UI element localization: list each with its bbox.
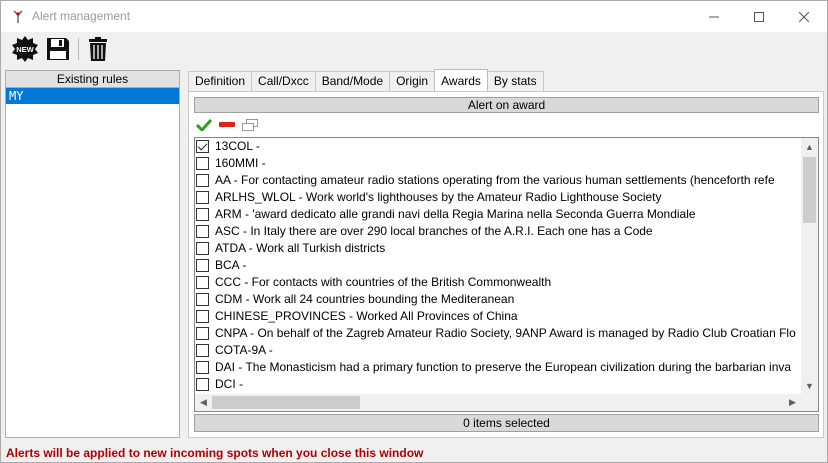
alert-on-award-header: Alert on award (194, 97, 819, 113)
tab-awards[interactable]: Awards (434, 69, 488, 91)
vertical-scrollbar[interactable]: ▲ ▼ (801, 138, 818, 394)
green-check-icon (196, 119, 212, 131)
award-checkbox[interactable] (196, 157, 209, 170)
award-item-label: DAI - The Monasticism had a primary func… (215, 360, 792, 374)
delete-rule-button[interactable] (83, 34, 113, 64)
uncheck-all-button[interactable] (218, 118, 236, 132)
new-badge-icon: NEW (12, 36, 38, 62)
award-checkbox[interactable] (196, 174, 209, 187)
award-list-item[interactable]: 160MMI - (195, 155, 801, 172)
app-antenna-icon (10, 8, 26, 24)
award-checkbox[interactable] (196, 361, 209, 374)
toolbar-separator (78, 38, 79, 60)
close-button[interactable] (781, 1, 827, 32)
red-minus-icon (219, 122, 235, 127)
award-checkbox[interactable] (196, 259, 209, 272)
award-list-item[interactable]: AA - For contacting amateur radio statio… (195, 172, 801, 189)
awards-checklist[interactable]: 13COL - 160MMI - AA - For contacting amate… (194, 137, 819, 412)
awards-tab-content: Alert on award 13COL -160MMI - AA - For … (188, 91, 824, 438)
window-title: Alert management (32, 9, 131, 23)
award-list-item[interactable]: ATDA - Work all Turkish districts (195, 240, 801, 257)
award-list-item[interactable]: ASC - In Italy there are over 290 local … (195, 223, 801, 240)
scroll-up-arrow-icon[interactable]: ▲ (801, 138, 818, 155)
scroll-left-arrow-icon[interactable]: ◀ (195, 394, 212, 411)
title-bar: Alert management (1, 1, 827, 32)
awards-list-items: 13COL - 160MMI - AA - For contacting amate… (195, 138, 801, 394)
award-item-label: CHINESE_PROVINCES - Worked All Provinces… (215, 309, 518, 323)
award-list-item[interactable]: CNPA - On behalf of the Zagreb Amateur R… (195, 325, 801, 342)
scrollbar-corner (801, 394, 818, 411)
award-item-label: COTA-9A - (215, 343, 273, 357)
award-checkbox[interactable] (196, 378, 209, 391)
trash-can-icon (89, 37, 107, 61)
award-list-item[interactable]: COTA-9A - (195, 342, 801, 359)
award-list-item[interactable]: CDM - Work all 24 countries bounding the… (195, 291, 801, 308)
check-all-button[interactable] (195, 118, 213, 132)
minimize-button[interactable] (691, 1, 737, 32)
scroll-down-arrow-icon[interactable]: ▼ (801, 377, 818, 394)
footer-note: Alerts will be applied to new incoming s… (6, 446, 424, 460)
existing-rules-header: Existing rules (6, 71, 179, 88)
award-list-item[interactable]: DAI - The Monasticism had a primary func… (195, 359, 801, 376)
tab-definition[interactable]: Definition (188, 71, 253, 91)
horizontal-scroll-thumb[interactable] (212, 396, 360, 409)
award-checkbox[interactable] (196, 327, 209, 340)
award-item-label: ARM - 'award dedicato alle grandi navi d… (215, 207, 696, 221)
award-checkbox[interactable] (196, 225, 209, 238)
award-checkbox[interactable] (196, 293, 209, 306)
award-checkbox[interactable] (196, 140, 209, 153)
new-rule-button[interactable]: NEW (10, 34, 40, 64)
copy-windows-icon (242, 119, 258, 131)
save-button[interactable] (43, 34, 73, 64)
horizontal-scrollbar[interactable]: ◀ ▶ (195, 394, 801, 411)
floppy-disk-icon (47, 38, 69, 60)
copy-list-button[interactable] (241, 118, 259, 132)
rule-item[interactable]: MY (6, 88, 179, 104)
tab-bar: Definition Call/Dxcc Band/Mode Origin Aw… (188, 69, 544, 91)
award-item-label: ARLHS_WLOL - Work world's lighthouses by… (215, 190, 662, 204)
maximize-button[interactable] (736, 1, 782, 32)
award-item-label: DCI - (215, 377, 243, 391)
new-badge-label: NEW (16, 45, 34, 54)
award-checkbox[interactable] (196, 276, 209, 289)
tab-by-stats[interactable]: By stats (486, 71, 544, 91)
alert-management-window: Alert management NEW Existing rules MY D… (0, 0, 828, 463)
scroll-right-arrow-icon[interactable]: ▶ (784, 394, 801, 411)
toolbar: NEW (1, 32, 827, 68)
award-list-item[interactable]: 13COL - (195, 138, 801, 155)
award-checkbox[interactable] (196, 310, 209, 323)
award-list-item[interactable]: CCC - For contacts with countries of the… (195, 274, 801, 291)
award-list-item[interactable]: ARLHS_WLOL - Work world's lighthouses by… (195, 189, 801, 206)
award-item-label: AA - For contacting amateur radio statio… (215, 173, 775, 187)
vertical-scroll-thumb[interactable] (803, 157, 816, 223)
award-item-label: BCA - (215, 258, 247, 272)
tab-call-dxcc[interactable]: Call/Dxcc (251, 71, 316, 91)
award-list-tools (195, 117, 259, 133)
award-list-item[interactable]: ARM - 'award dedicato alle grandi navi d… (195, 206, 801, 223)
award-checkbox[interactable] (196, 191, 209, 204)
award-item-label: CDM - Work all 24 countries bounding the… (215, 292, 515, 306)
tab-origin[interactable]: Origin (389, 71, 436, 91)
existing-rules-panel: Existing rules MY (5, 70, 180, 438)
award-checkbox[interactable] (196, 208, 209, 221)
award-item-label: 160MMI - (215, 156, 266, 170)
award-list-item[interactable]: DCI - (195, 376, 801, 393)
award-item-label: CCC - For contacts with countries of the… (215, 275, 552, 289)
tab-band-mode[interactable]: Band/Mode (314, 71, 391, 91)
selection-status: 0 items selected (194, 414, 819, 432)
award-item-label: ATDA - Work all Turkish districts (215, 241, 386, 255)
award-item-label: ASC - In Italy there are over 290 local … (215, 224, 653, 238)
award-list-item[interactable]: CHINESE_PROVINCES - Worked All Provinces… (195, 308, 801, 325)
award-item-label: 13COL - (215, 139, 260, 153)
award-item-label: CNPA - On behalf of the Zagreb Amateur R… (215, 326, 796, 340)
award-list-item[interactable]: BCA - (195, 257, 801, 274)
award-checkbox[interactable] (196, 344, 209, 357)
award-checkbox[interactable] (196, 242, 209, 255)
